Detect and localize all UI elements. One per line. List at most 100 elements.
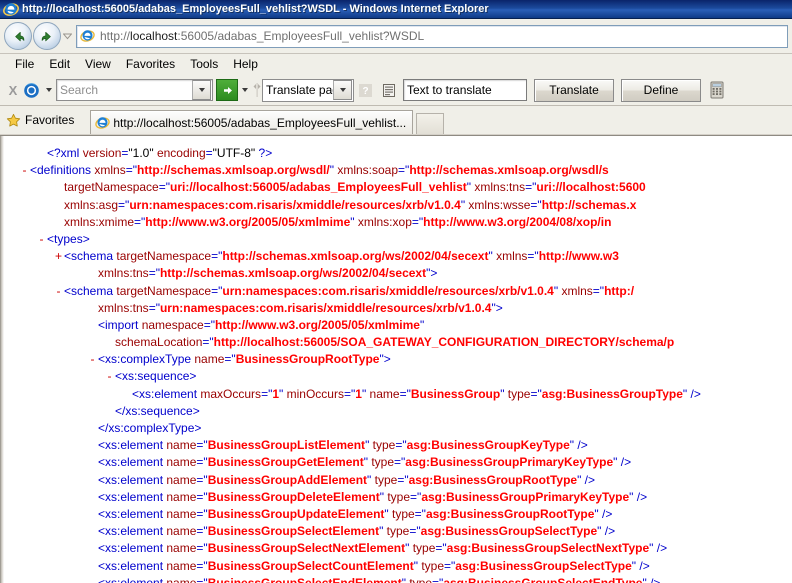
menu-item-favorites[interactable]: Favorites — [119, 56, 183, 73]
xml-line: <xs:element name="BusinessGroupAddElemen… — [5, 472, 792, 489]
xml-token-at: minOccurs — [286, 386, 344, 401]
xml-token-eq: =" — [409, 524, 421, 539]
xml-token-vl: asg:BusinessGroupType — [541, 386, 683, 401]
xml-token-vl: http://schemas.xmlsoap.org/wsdl/ — [137, 163, 330, 178]
xml-token-eq: =" — [592, 283, 605, 298]
xml-token-at: xmlns:wsse — [468, 197, 531, 212]
menu-item-help[interactable]: Help — [226, 56, 266, 73]
menu-item-file[interactable]: File — [8, 56, 42, 73]
go-options-dropdown[interactable] — [238, 88, 252, 92]
xml-token-at: type — [507, 386, 531, 401]
new-tab-button[interactable] — [416, 113, 445, 134]
xml-tree-view[interactable]: <?xml version="1.0" encoding="UTF-8" ?> -… — [5, 145, 792, 583]
favorites-bar: Favorites http://localhost:56005/adabas_… — [0, 106, 792, 134]
xml-token-tg: /> — [656, 541, 668, 556]
xml-token-eq: =" — [203, 317, 216, 332]
translate-button[interactable]: Translate — [534, 78, 614, 102]
collapse-toggle-icon[interactable]: - — [19, 162, 30, 179]
xml-token-eq: =" — [158, 180, 170, 195]
xml-token-vl: asg:BusinessGroupSelectType — [420, 524, 598, 539]
search-history-dropdown[interactable] — [192, 80, 211, 100]
xml-token-eq: =" — [432, 575, 444, 583]
recent-pages-dropdown[interactable] — [61, 23, 74, 49]
xml-token-at: schemaLocation — [115, 335, 203, 350]
xml-token-tg: /> — [639, 558, 650, 573]
xml-token-tg: <definitions — [30, 163, 95, 178]
xml-token-eq: =" — [397, 472, 409, 487]
xml-token-at: encoding — [156, 146, 206, 160]
xml-token-eq: " — [613, 455, 621, 470]
xml-token-vl: asg:BusinessGroupSelectEndType — [443, 575, 643, 583]
forward-button[interactable] — [33, 22, 61, 50]
xml-token-eq: =" — [202, 335, 214, 350]
panel-icon[interactable] — [380, 81, 397, 99]
go-button[interactable] — [216, 79, 238, 101]
address-url-text: http://localhost:56005/adabas_EmployeesF… — [100, 29, 424, 43]
xml-line: </xs:sequence> — [5, 403, 792, 420]
xml-token-vl: BusinessGroupUpdateElement — [207, 506, 385, 521]
xml-token-eq: =" — [435, 541, 447, 556]
close-toolbar-button[interactable]: X — [4, 83, 22, 98]
translate-mode-dropdown[interactable] — [333, 80, 352, 100]
xml-line: <import namespace="http://www.w3.org/200… — [5, 317, 792, 334]
xml-token-vl: urn:namespaces:com.risaris/xmiddle/resou… — [159, 300, 492, 315]
xml-token-eq: " — [379, 524, 387, 539]
translate-text-box[interactable] — [403, 79, 527, 101]
page-favicon-icon — [80, 28, 96, 44]
xml-token-vl: http://schemas.xmlsoap.org/ws/2002/04/se… — [159, 266, 427, 281]
content-left-edge — [0, 136, 4, 583]
title-bar: http://localhost:56005/adabas_EmployeesF… — [0, 0, 792, 19]
collapse-toggle-icon[interactable]: - — [53, 283, 64, 300]
xml-token-vl: BusinessGroupDeleteElement — [207, 489, 380, 504]
collapse-toggle-icon[interactable]: - — [87, 351, 98, 368]
address-input[interactable]: http://localhost:56005/adabas_EmployeesF… — [76, 24, 788, 48]
xml-token-pv: "UTF-8" — [212, 146, 259, 160]
menu-item-tools[interactable]: Tools — [183, 56, 226, 73]
xml-line: <xs:element name="BusinessGroupSelectCou… — [5, 558, 792, 575]
xml-line: - <definitions xmlns="http://schemas.xmls… — [5, 162, 792, 179]
xml-token-eq: " — [500, 386, 508, 401]
ie-page-icon — [95, 115, 111, 130]
xml-token-at: targetNamespace — [116, 249, 212, 264]
xml-token-eq: =" — [211, 283, 223, 298]
xml-line: - <schema targetNamespace="urn:namespaces… — [5, 283, 792, 300]
xml-token-eq: " — [419, 317, 425, 332]
xml-token-vl: BusinessGroupSelectElement — [207, 524, 380, 539]
search-provider-icon[interactable] — [22, 81, 40, 99]
xml-token-vl: http://schemas.xmlsoap.org/ws/2002/04/se… — [222, 249, 489, 264]
menu-item-edit[interactable]: Edit — [42, 56, 78, 73]
xml-token-vl: http://www.w3.org/2005/05/xmlmime — [215, 317, 420, 332]
ie-logo-icon — [3, 1, 19, 17]
xml-token-vl: BusinessGroupSelectNextElement — [207, 541, 406, 556]
help-icon[interactable]: ? — [357, 81, 374, 99]
search-box[interactable] — [56, 79, 213, 101]
chevron-down-icon — [242, 88, 248, 92]
tab-wsdl-page[interactable]: http://localhost:56005/adabas_EmployeesF… — [90, 110, 414, 134]
translate-mode-select[interactable]: Translate page — [262, 78, 354, 102]
menu-item-view[interactable]: View — [78, 56, 119, 73]
xml-token-at: type — [374, 472, 398, 487]
xml-token-pv: "1.0" — [128, 146, 157, 160]
xml-line: xmlns:tns="http://schemas.xmlsoap.org/ws… — [5, 265, 792, 282]
xml-token-tg: /> — [636, 489, 648, 504]
collapse-toggle-icon[interactable]: - — [104, 368, 115, 385]
xml-line: - <xs:sequence> — [5, 368, 792, 385]
expand-toggle-icon[interactable]: + — [53, 248, 64, 265]
xml-token-at: type — [412, 541, 436, 556]
back-button[interactable] — [4, 22, 32, 50]
xml-line: <xs:element name="BusinessGroupSelectEnd… — [5, 575, 792, 583]
search-provider-dropdown[interactable] — [42, 88, 56, 92]
xml-token-vl: BusinessGroupSelectCountElement — [207, 558, 414, 573]
define-button[interactable]: Define — [621, 78, 701, 102]
calculator-icon[interactable] — [709, 80, 725, 100]
collapse-toggle-icon[interactable]: - — [36, 231, 47, 248]
xml-token-tg: > — [495, 300, 503, 315]
xml-token-tg: <xs:element — [98, 506, 167, 521]
xml-token-at: xmlns:tns — [98, 266, 149, 281]
translate-text-input[interactable] — [404, 82, 526, 98]
toolbar-grip-handle[interactable] — [252, 80, 262, 100]
xml-token-at: name — [194, 352, 225, 367]
favorites-button[interactable]: Favorites — [4, 109, 80, 131]
xml-line: <xs:element maxOccurs="1" minOccurs="1" … — [5, 386, 792, 403]
search-input[interactable] — [57, 82, 192, 98]
